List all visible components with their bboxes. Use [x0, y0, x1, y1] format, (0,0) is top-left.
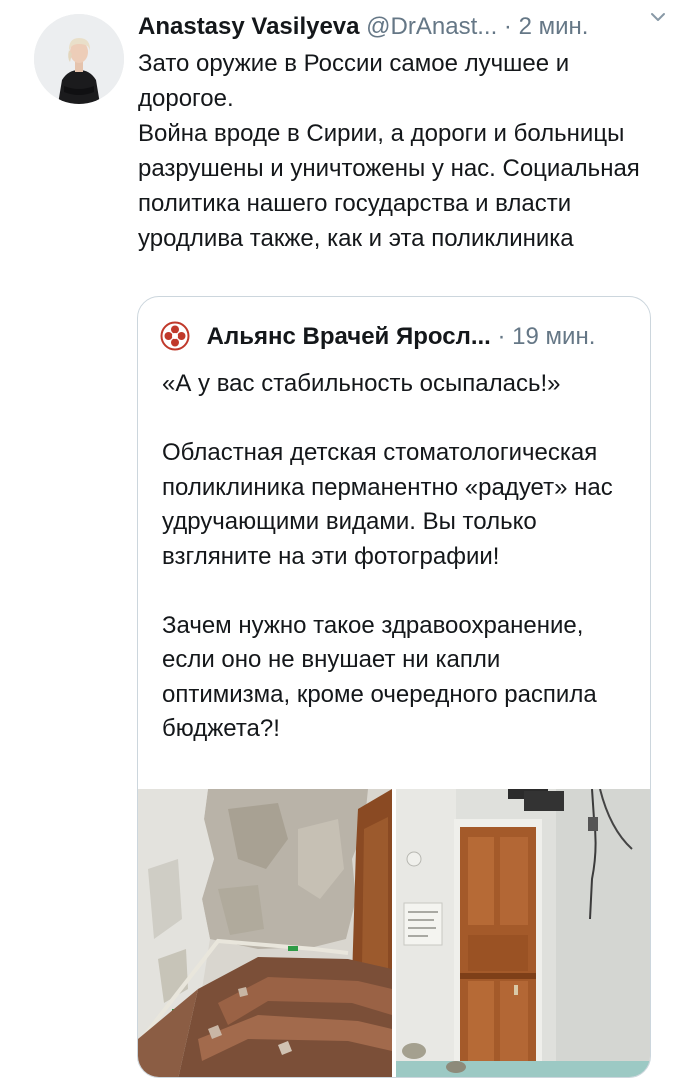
medical-cross-logo-icon: [160, 321, 190, 351]
chevron-down-icon[interactable]: [647, 6, 669, 28]
tweet: Anastasy Vasilyeva @DrAnast... · 2 мин. …: [0, 0, 683, 1080]
author-avatar[interactable]: [34, 14, 124, 104]
author-name[interactable]: Anastasy Vasilyeva: [138, 13, 360, 40]
author-handle[interactable]: @DrAnast...: [366, 13, 497, 40]
peeling-wall-photo[interactable]: [138, 789, 392, 1077]
quoted-tweet-text: «А у вас стабильность осыпалась!» Област…: [162, 370, 613, 742]
quoted-tweet-timestamp[interactable]: 19 мин.: [512, 323, 595, 350]
avatar-image: [34, 14, 124, 104]
quoted-tweet-header: Альянс Врачей Яросл... · 19 мин.: [160, 317, 630, 357]
quoted-tweet-media: [138, 789, 650, 1077]
tweet-header: Anastasy Vasilyeva @DrAnast... · 2 мин.: [138, 10, 668, 44]
wooden-door-photo[interactable]: [396, 789, 650, 1077]
tweet-text: Зато оружие в России самое лучшее и доро…: [138, 50, 640, 252]
quoted-author-name[interactable]: Альянс Врачей Яросл...: [207, 323, 491, 350]
separator-dot: ·: [503, 13, 512, 40]
quoted-separator-dot: ·: [497, 323, 506, 350]
quoted-tweet-card[interactable]: Альянс Врачей Яросл... · 19 мин. «А у ва…: [137, 296, 651, 1078]
tweet-timestamp[interactable]: 2 мин.: [519, 13, 589, 40]
